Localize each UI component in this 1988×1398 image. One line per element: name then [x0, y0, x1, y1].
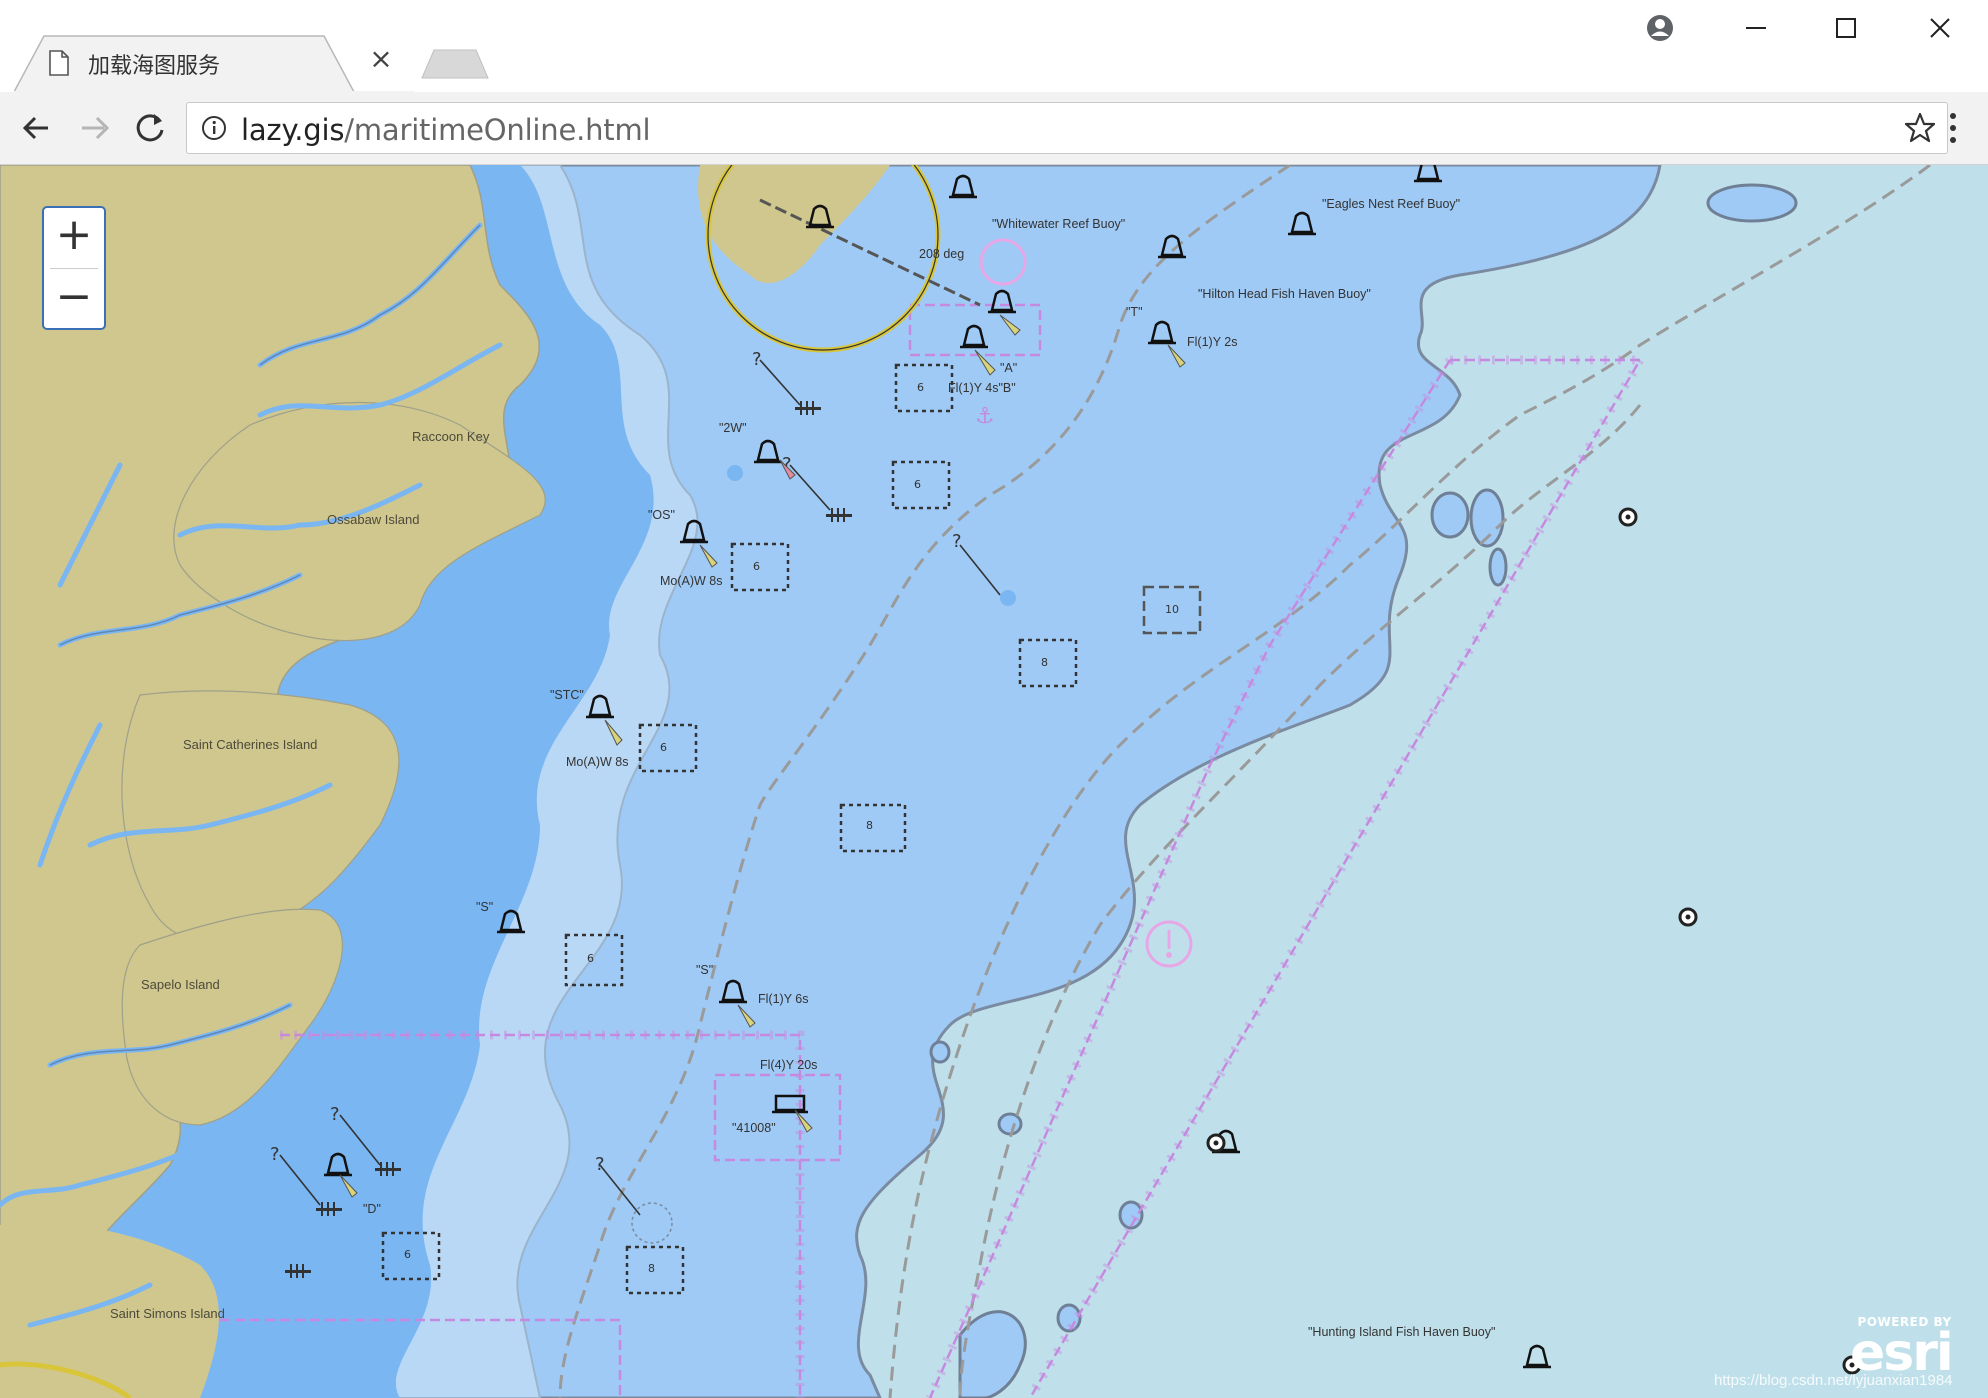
buoy-label: "OS" [648, 508, 675, 522]
buoy-label: "S" [476, 900, 494, 914]
toolbar: lazy.gis/maritimeOnline.html [0, 92, 1988, 165]
svg-text:6: 6 [917, 381, 924, 394]
svg-text:10: 10 [1165, 603, 1179, 616]
url-text[interactable]: lazy.gis/maritimeOnline.html [241, 113, 651, 147]
esri-attribution[interactable]: POWERED BY esri [1850, 1315, 1954, 1383]
zoom-control: + − [42, 206, 106, 330]
buoy-label: "41008" [732, 1121, 776, 1135]
menu-icon[interactable] [1938, 108, 1968, 148]
buoy-label: "Eagles Nest Reef Buoy" [1322, 197, 1461, 211]
buoy-label: Mo(A)W 8s [566, 755, 629, 769]
nautical-chart-map[interactable]: ??? ??? ⚓ 6 6 6 6 8 8 10 6 6 8 + − Racco… [0, 165, 1988, 1398]
buoy-label: "Hilton Head Fish Haven Buoy" [1198, 287, 1371, 301]
star-icon[interactable] [1903, 111, 1937, 145]
page-icon [48, 50, 70, 76]
buoy-label: Fl(1)Y 4s"B" [948, 381, 1016, 395]
svg-text:?: ? [595, 1154, 605, 1175]
buoy-label: Mo(A)W 8s [660, 574, 723, 588]
back-arrow-icon[interactable] [16, 106, 60, 150]
svg-text:8: 8 [648, 1262, 655, 1275]
svg-text:6: 6 [587, 952, 594, 965]
buoy-label: "D" [363, 1202, 381, 1216]
land-label: Raccoon Key [412, 429, 490, 444]
zoom-divider [50, 268, 98, 269]
land-label: Ossabaw Island [327, 512, 420, 527]
svg-text:6: 6 [404, 1248, 411, 1261]
buoy-label: "2W" [719, 421, 747, 435]
buoy-label: "A" [1000, 361, 1018, 375]
tab-strip: 加载海图服务 × [0, 0, 1988, 92]
anchor-icon: ⚓ [975, 404, 995, 429]
account-icon[interactable] [1636, 8, 1684, 48]
buoy-label: "STC" [550, 688, 584, 702]
svg-text:?: ? [952, 531, 962, 552]
svg-text:6: 6 [660, 741, 667, 754]
address-bar[interactable]: lazy.gis/maritimeOnline.html [186, 102, 1948, 154]
buoy-label: "Hunting Island Fish Haven Buoy" [1308, 1325, 1496, 1339]
url-host: lazy.gis [241, 113, 345, 147]
minimize-icon[interactable] [1732, 8, 1780, 48]
tab-active[interactable]: 加载海图服务 × [14, 34, 414, 92]
esri-logo: esri [1850, 1323, 1954, 1383]
buoy-label: 208 deg [919, 247, 965, 261]
land-label: Sapelo Island [141, 977, 220, 992]
svg-text:?: ? [752, 349, 762, 370]
buoy-label: "T" [1126, 305, 1143, 319]
chart-base-layer: ??? ??? ⚓ 6 6 6 6 8 8 10 6 6 8 [0, 165, 1988, 1398]
light-dot [1000, 590, 1016, 606]
svg-text:8: 8 [866, 819, 873, 832]
buoy-label: Fl(4)Y 20s [760, 1058, 818, 1072]
light-dot [727, 465, 743, 481]
svg-text:6: 6 [753, 560, 760, 573]
svg-text:?: ? [270, 1144, 280, 1165]
buoy-label: "S" [696, 963, 714, 977]
url-path: /maritimeOnline.html [344, 113, 651, 147]
land-label: Saint Simons Island [110, 1306, 225, 1321]
reload-icon[interactable] [128, 106, 172, 150]
close-tab-icon[interactable]: × [366, 44, 396, 74]
buoy-label: "Whitewater Reef Buoy" [992, 217, 1126, 231]
watermark-text: https://blog.csdn.net/lyjuanxian1984 [1714, 1372, 1953, 1389]
zoom-in-button[interactable]: + [44, 208, 104, 266]
new-tab-button[interactable] [420, 48, 490, 80]
info-icon[interactable] [201, 115, 227, 141]
zoom-out-button[interactable]: − [44, 270, 104, 328]
svg-text:8: 8 [1041, 656, 1048, 669]
land-label: Saint Catherines Island [183, 737, 318, 752]
tab-title: 加载海图服务 [88, 54, 221, 79]
forward-arrow-icon[interactable] [72, 106, 116, 150]
close-icon[interactable] [1916, 8, 1964, 48]
maximize-icon[interactable] [1822, 8, 1870, 48]
svg-text:6: 6 [914, 478, 921, 491]
svg-text:?: ? [330, 1104, 340, 1125]
browser-chrome: 加载海图服务 × lazy.gis/maritimeOnline.html [0, 0, 1988, 165]
buoy-label: Fl(1)Y 2s [1187, 335, 1238, 349]
buoy-label: Fl(1)Y 6s [758, 992, 809, 1006]
